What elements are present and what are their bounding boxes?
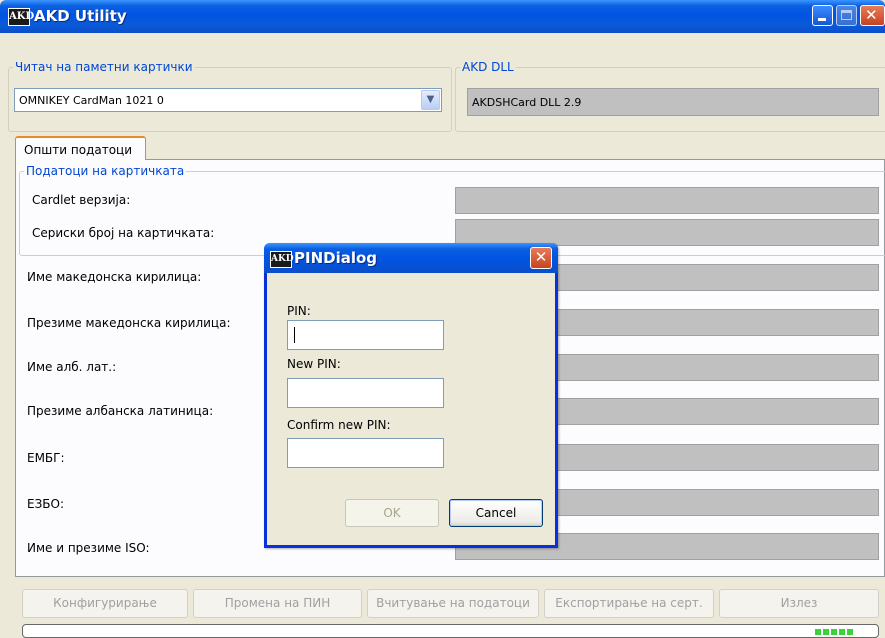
text-caret (294, 327, 295, 343)
close-button[interactable] (860, 5, 885, 26)
chevron-down-icon[interactable]: ▼ (421, 90, 440, 110)
reader-group-legend: Читач на паметни картички (15, 60, 193, 74)
main-window: AKD AKD Utility Читач на паметни картичк… (0, 0, 885, 638)
pin-dialog-title-bar[interactable]: AKD PINDialog ✕ (264, 243, 558, 273)
ezbo-label: ЕЗБО: (27, 497, 64, 511)
serial-field (455, 219, 879, 246)
confirm-pin-input[interactable] (287, 438, 444, 468)
name-mk-label: Име македонска кирилица: (27, 270, 202, 284)
window-title: AKD Utility (34, 7, 127, 25)
cardlet-field (455, 187, 879, 214)
close-icon[interactable]: ✕ (530, 247, 552, 269)
name-al-label: Име алб. лат.: (27, 360, 117, 374)
maximize-button[interactable] (836, 5, 857, 26)
pin-dialog: AKD PINDialog ✕ PIN: New PIN: Confirm ne… (264, 243, 558, 548)
exit-button[interactable]: Излез (719, 589, 879, 618)
export-cert-button[interactable]: Експортирање на серт. (544, 589, 714, 618)
new-pin-label: New PIN: (287, 357, 341, 371)
card-data-group-legend: Податоци на картичката (26, 164, 185, 178)
reader-select[interactable]: OMNIKEY CardMan 1021 0 ▼ (14, 88, 442, 112)
cardlet-label: Cardlet верзија: (32, 193, 131, 207)
tab-general[interactable]: Општи податоци (15, 136, 146, 160)
new-pin-input[interactable] (287, 378, 444, 408)
progress-fill (815, 629, 855, 635)
embg-label: ЕМБГ: (27, 451, 65, 465)
dll-version-field: AKDSHCard DLL 2.9 (467, 88, 879, 116)
pin-label: PIN: (287, 304, 311, 318)
ok-button[interactable]: OK (345, 499, 439, 527)
configure-button[interactable]: Конфигурирање (22, 589, 188, 618)
read-data-button[interactable]: Вчитување на податоци (367, 589, 539, 618)
reader-select-value: OMNIKEY CardMan 1021 0 (19, 94, 164, 107)
akd-logo-icon: AKD (270, 251, 294, 268)
dll-group-legend: AKD DLL (462, 60, 514, 74)
surname-mk-label: Презиме македонска кирилица: (27, 316, 231, 330)
dll-version-value: AKDSHCard DLL 2.9 (472, 96, 582, 109)
minimize-button[interactable] (812, 5, 833, 26)
progress-bar (22, 624, 879, 638)
confirm-pin-label: Confirm new PIN: (287, 418, 391, 432)
change-pin-button[interactable]: Промена на ПИН (193, 589, 362, 618)
serial-label: Сериски број на картичката: (32, 226, 215, 240)
akd-logo-icon: AKD (8, 8, 34, 26)
title-bar[interactable]: AKD AKD Utility (0, 0, 885, 33)
tab-general-label: Општи податоци (24, 143, 133, 157)
pin-dialog-title: PINDialog (294, 249, 378, 267)
cancel-button[interactable]: Cancel (449, 499, 543, 527)
name-iso-label: Име и презиме ISO: (27, 541, 150, 555)
pin-input[interactable] (287, 320, 444, 350)
surname-al-label: Презиме албанска латиница: (27, 404, 214, 418)
